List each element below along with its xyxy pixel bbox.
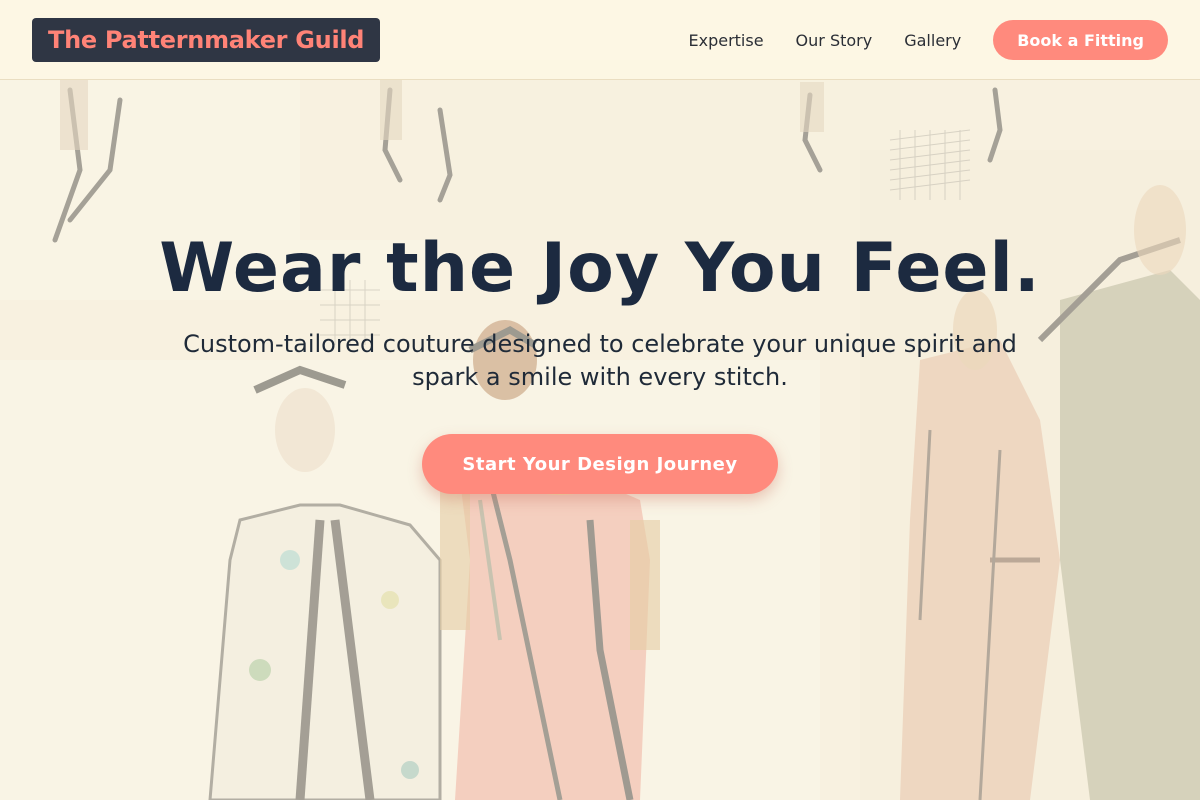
hero-title: Wear the Joy You Feel. bbox=[159, 229, 1041, 308]
hero-subtitle: Custom-tailored couture designed to cele… bbox=[183, 330, 1017, 391]
landing-page: The Patternmaker Guild Expertise Our Sto… bbox=[0, 0, 1200, 800]
nav-link-expertise[interactable]: Expertise bbox=[688, 31, 763, 50]
nav-link-our-story[interactable]: Our Story bbox=[796, 31, 873, 50]
book-fitting-button[interactable]: Book a Fitting bbox=[993, 20, 1168, 60]
start-design-journey-button[interactable]: Start Your Design Journey bbox=[422, 434, 778, 494]
nav-link-gallery[interactable]: Gallery bbox=[904, 31, 961, 50]
brand-logo[interactable]: The Patternmaker Guild bbox=[32, 18, 381, 62]
main-nav: Expertise Our Story Gallery Book a Fitti… bbox=[688, 20, 1168, 60]
hero-section: Wear the Joy You Feel. Custom-tailored c… bbox=[150, 232, 1050, 494]
brand-name: The Patternmaker Guild bbox=[48, 26, 365, 54]
site-header: The Patternmaker Guild Expertise Our Sto… bbox=[0, 0, 1200, 80]
